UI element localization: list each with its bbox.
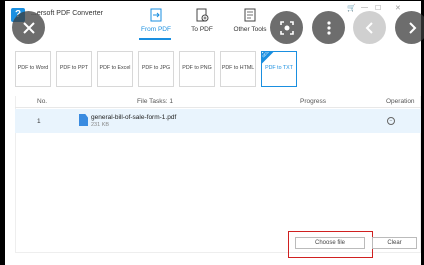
col-operation: Operation <box>386 98 415 105</box>
new-badge: NEW <box>262 52 278 67</box>
tab-to-pdf-label: To PDF <box>191 26 213 33</box>
col-file: File Tasks: 1 <box>137 98 174 105</box>
pdf-to-ppt-label: PDF to PPT <box>59 65 89 72</box>
tab-other-tools-label: Other Tools <box>233 26 267 33</box>
clear-button[interactable]: Clear <box>372 237 417 249</box>
screenshot-glyph <box>279 20 294 35</box>
more-glyph <box>326 20 331 35</box>
row-number: 1 <box>37 118 41 125</box>
screenshot-icon[interactable] <box>270 11 303 44</box>
close-icon[interactable] <box>12 11 45 44</box>
app-title: ...ersoft PDF Converter <box>31 10 103 17</box>
pdf-to-excel-button[interactable]: PDF to Excel <box>97 51 133 87</box>
top-navigation: From PDF To PDF Other Tools <box>133 8 275 40</box>
table-row[interactable]: 1 general-bill-of-sale-form-1.pdf 231 KB… <box>15 109 421 133</box>
to-pdf-icon <box>196 8 209 22</box>
pdf-to-txt-button[interactable]: NEW PDF to TXT <box>261 51 297 87</box>
pdf-to-jpg-button[interactable]: PDF to JPG <box>138 51 174 87</box>
tab-to-pdf[interactable]: To PDF <box>179 8 225 40</box>
pdf-to-word-button[interactable]: PDF to Word <box>15 51 51 87</box>
maximize-icon[interactable]: ☐ <box>375 4 381 12</box>
file-name: general-bill-of-sale-form-1.pdf <box>91 114 177 121</box>
back-glyph <box>365 21 373 34</box>
table-header: No. File Tasks: 1 Progress Operation <box>15 96 421 108</box>
minimize-icon[interactable]: — <box>361 4 368 11</box>
remove-icon[interactable]: − <box>387 117 395 125</box>
tab-from-pdf[interactable]: From PDF <box>133 8 179 40</box>
tab-from-pdf-label: From PDF <box>141 26 171 33</box>
conversion-options: PDF to Word PDF to PPT PDF to Excel PDF … <box>15 51 297 87</box>
pdf-to-png-button[interactable]: PDF to PNG <box>179 51 215 87</box>
pdf-to-png-label: PDF to PNG <box>182 65 212 72</box>
pdf-to-jpg-label: PDF to JPG <box>141 65 171 72</box>
close-glyph <box>22 21 35 34</box>
from-pdf-icon <box>150 8 162 22</box>
other-tools-icon <box>244 8 256 22</box>
more-options-icon[interactable] <box>312 11 345 44</box>
pdf-to-excel-label: PDF to Excel <box>99 65 131 72</box>
col-progress: Progress <box>300 98 327 105</box>
pdf-file-icon <box>79 114 88 126</box>
tab-other-tools[interactable]: Other Tools <box>225 8 275 40</box>
window-close-icon[interactable]: ✕ <box>395 4 401 12</box>
choose-file-button[interactable]: Choose file <box>295 237 365 249</box>
pdf-to-html-label: PDF to HTML <box>221 65 255 72</box>
active-tab-indicator <box>139 38 171 40</box>
forward-glyph <box>408 21 416 34</box>
cart-icon[interactable]: 🛒 <box>347 4 356 12</box>
pdf-to-txt-label: PDF to TXT <box>265 65 293 72</box>
back-icon[interactable] <box>353 11 386 44</box>
pdf-to-ppt-button[interactable]: PDF to PPT <box>56 51 92 87</box>
pdf-to-html-button[interactable]: PDF to HTML <box>220 51 256 87</box>
pdf-to-word-label: PDF to Word <box>17 65 49 72</box>
forward-icon[interactable] <box>395 11 424 44</box>
file-size: 231 KB <box>91 122 110 128</box>
col-no: No. <box>37 98 48 105</box>
